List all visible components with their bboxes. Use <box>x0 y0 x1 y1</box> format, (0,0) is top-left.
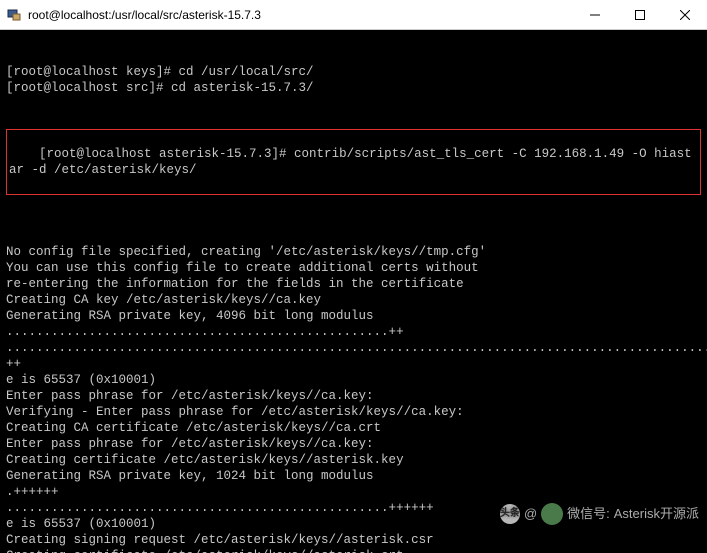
close-button[interactable] <box>662 0 707 29</box>
terminal-viewport[interactable]: [root@localhost keys]# cd /usr/local/src… <box>0 30 707 553</box>
terminal-line: [root@localhost keys]# cd /usr/local/src… <box>6 64 701 80</box>
watermark: 头条 @ 微信号: Asterisk开源派 <box>500 503 699 525</box>
terminal-line: Creating certificate /etc/asterisk/keys/… <box>6 548 701 553</box>
putty-icon <box>6 7 22 23</box>
terminal-line: Creating CA key /etc/asterisk/keys//ca.k… <box>6 292 701 308</box>
watermark-text: Asterisk开源派 <box>614 506 699 522</box>
terminal-line: You can use this config file to create a… <box>6 260 701 276</box>
watermark-avatar <box>541 503 563 525</box>
terminal-line: .++++++ <box>6 484 701 500</box>
terminal-line: Creating CA certificate /etc/asterisk/ke… <box>6 420 701 436</box>
terminal-line: Creating signing request /etc/asterisk/k… <box>6 532 701 548</box>
terminal-line: Generating RSA private key, 1024 bit lon… <box>6 468 701 484</box>
terminal-line: No config file specified, creating '/etc… <box>6 244 701 260</box>
terminal-line: Creating certificate /etc/asterisk/keys/… <box>6 452 701 468</box>
terminal-line <box>6 228 701 244</box>
terminal-line: Enter pass phrase for /etc/asterisk/keys… <box>6 388 701 404</box>
terminal-line: ........................................… <box>6 324 701 340</box>
terminal-line: Enter pass phrase for /etc/asterisk/keys… <box>6 436 701 452</box>
watermark-sep: @ <box>524 506 537 522</box>
window-titlebar: root@localhost:/usr/local/src/asterisk-1… <box>0 0 707 30</box>
window-controls <box>572 0 707 29</box>
terminal-line: e is 65537 (0x10001) <box>6 372 701 388</box>
terminal-line: Generating RSA private key, 4096 bit lon… <box>6 308 701 324</box>
terminal-output-pre: [root@localhost keys]# cd /usr/local/src… <box>6 64 701 96</box>
maximize-button[interactable] <box>617 0 662 29</box>
watermark-wechat-label: 微信号: <box>567 506 610 522</box>
terminal-line: [root@localhost src]# cd asterisk-15.7.3… <box>6 80 701 96</box>
window-title: root@localhost:/usr/local/src/asterisk-1… <box>28 8 572 22</box>
highlighted-command: [root@localhost asterisk-15.7.3]# contri… <box>6 129 701 195</box>
terminal-line: Verifying - Enter pass phrase for /etc/a… <box>6 404 701 420</box>
command-text: [root@localhost asterisk-15.7.3]# contri… <box>9 147 692 177</box>
terminal-line: re-entering the information for the fiel… <box>6 276 701 292</box>
terminal-line: ........................................… <box>6 340 701 372</box>
minimize-button[interactable] <box>572 0 617 29</box>
toutiao-icon: 头条 <box>500 504 520 524</box>
